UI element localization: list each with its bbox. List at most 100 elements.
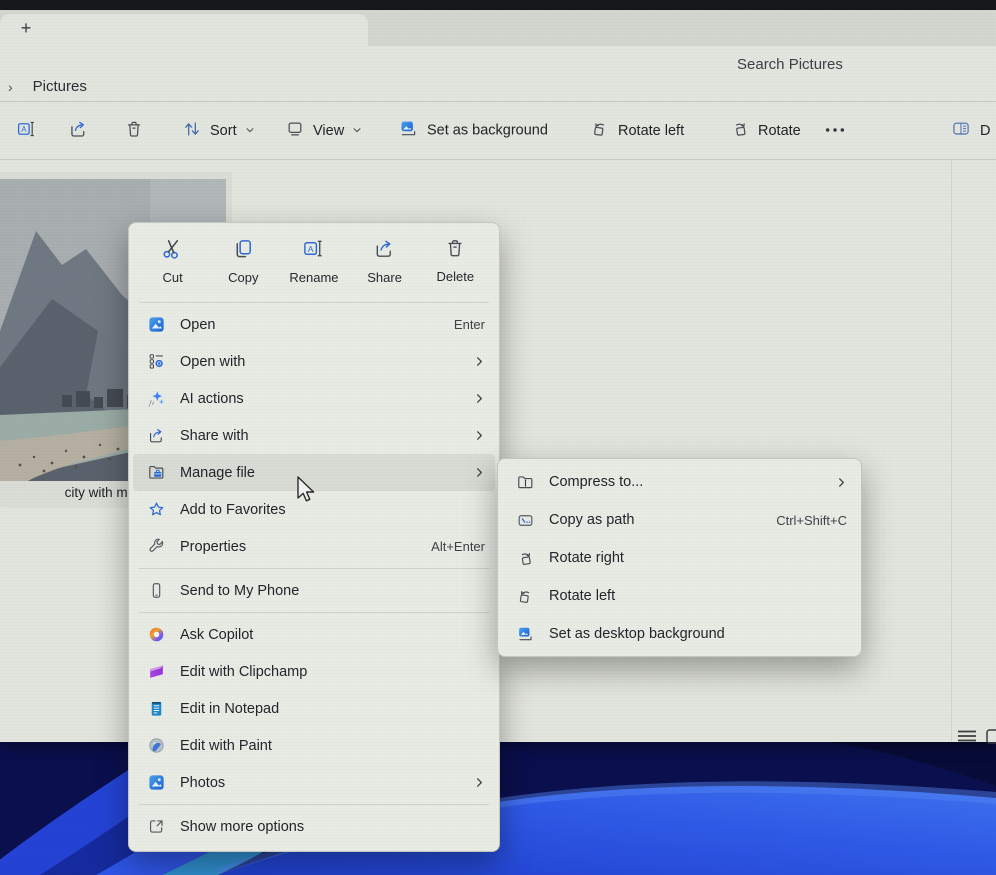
submenu-item-compress-to[interactable]: Compress to... [502,463,857,501]
shortcut-label: Ctrl+Shift+C [776,513,847,528]
details-pane-label: D [980,123,990,139]
new-tab-button[interactable]: + [14,16,38,40]
active-tab[interactable] [0,14,368,46]
chevron-right-icon [474,467,485,478]
menu-item-ai-actions[interactable]: AI actions [133,380,495,417]
paint-icon [145,735,167,757]
quick-actions-row: Cut Copy A Rename Share Delete [129,227,499,299]
notepad-icon [145,698,167,720]
share-label: Share [367,270,402,285]
rename-label: Rename [289,270,338,285]
rename-icon: A [302,237,325,263]
set-as-background-label: Set as background [427,123,548,139]
screen-bezel [0,0,996,10]
open-with-icon [145,351,167,373]
menu-item-edit-with-clipchamp[interactable]: Edit with Clipchamp [133,653,495,690]
share-button[interactable] [68,118,89,143]
rename-button[interactable]: A [16,118,37,143]
menu-item-open[interactable]: Open Enter [133,306,495,343]
set-as-background-button[interactable]: Set as background [398,118,548,143]
sort-label: Sort [210,123,237,139]
share-with-icon [145,425,167,447]
rename-button[interactable]: A Rename [283,237,345,285]
thumbnail-view-toggle-icon[interactable] [986,728,996,751]
ai-actions-sparkle-icon [145,388,167,410]
mouse-cursor [296,476,318,511]
breadcrumb-location[interactable]: Pictures [33,78,87,95]
menu-item-share-with[interactable]: Share with [133,417,495,454]
delete-button[interactable]: Delete [424,237,486,284]
details-view-toggle-icon[interactable] [956,729,978,750]
view-button[interactable]: View [285,119,362,143]
chevron-down-icon [352,123,362,139]
menu-item-photos[interactable]: Photos [133,764,495,801]
chevron-right-icon [474,430,485,441]
cut-button[interactable]: Cut [142,237,204,285]
submenu-item-rotate-left[interactable]: Rotate left [502,577,857,615]
manage-file-icon [145,462,167,484]
rotate-icon [730,119,750,143]
photos-app-icon [145,772,167,794]
clipchamp-icon [145,661,167,683]
menu-item-ask-copilot[interactable]: Ask Copilot [133,616,495,653]
copilot-icon [145,624,167,646]
see-more-button[interactable] [824,123,846,139]
rotate-left-icon [590,119,610,143]
sort-icon [182,119,202,143]
cut-icon [161,237,184,263]
menu-separator [139,568,489,569]
delete-button[interactable] [124,119,144,143]
menu-separator [139,804,489,805]
menu-item-send-to-my-phone[interactable]: Send to My Phone [133,572,495,609]
rename-icon: A [16,118,37,143]
svg-text:A: A [308,244,314,254]
details-pane-button[interactable]: D [950,119,990,143]
search-input[interactable]: Search Pictures [737,56,843,73]
chevron-right-icon [836,477,847,488]
properties-wrench-icon [145,536,167,558]
cut-label: Cut [163,270,183,285]
submenu-item-copy-as-path[interactable]: Copy as path Ctrl+Shift+C [502,501,857,539]
set-as-background-icon [398,118,419,143]
chevron-right-icon [474,777,485,788]
favorites-star-icon [145,499,167,521]
menu-item-open-with[interactable]: Open with [133,343,495,380]
view-label: View [313,123,344,139]
photographed-screen: + Search Pictures › Pictures A Sort [0,0,996,875]
rotate-left-button[interactable]: Rotate left [590,119,684,143]
trash-icon [124,119,144,143]
menu-item-show-more-options[interactable]: Show more options [133,808,495,845]
submenu-item-rotate-right[interactable]: Rotate right [502,539,857,577]
pane-divider [951,160,952,742]
tab-bar: + [0,10,996,46]
copy-button[interactable]: Copy [212,237,274,285]
sort-button[interactable]: Sort [182,119,255,143]
compress-folder-icon [514,471,536,493]
copy-as-path-icon [514,509,536,531]
rotate-right-icon [514,547,536,569]
copy-icon [232,237,255,263]
set-as-desktop-background-icon [514,623,536,645]
view-icon [285,119,305,143]
breadcrumb[interactable]: › Pictures [8,78,87,95]
show-more-options-icon [145,816,167,838]
rotate-button[interactable]: Rotate [730,119,801,143]
copy-label: Copy [228,270,258,285]
details-pane-icon [950,119,972,143]
share-icon [68,118,89,143]
ellipsis-icon [824,123,846,139]
menu-item-edit-in-notepad[interactable]: Edit in Notepad [133,690,495,727]
menu-item-edit-with-paint[interactable]: Edit with Paint [133,727,495,764]
open-photo-icon [145,314,167,336]
menu-item-properties[interactable]: Properties Alt+Enter [133,528,495,565]
command-toolbar: A Sort View Set as background [0,102,996,160]
rotate-left-icon [514,585,536,607]
shortcut-label: Alt+Enter [431,539,485,554]
chevron-right-icon [474,356,485,367]
share-icon [373,237,396,263]
delete-label: Delete [436,269,474,284]
chevron-right-icon [474,393,485,404]
submenu-item-set-as-desktop-background[interactable]: Set as desktop background [502,615,857,653]
rotate-left-label: Rotate left [618,123,684,139]
share-button[interactable]: Share [354,237,416,285]
